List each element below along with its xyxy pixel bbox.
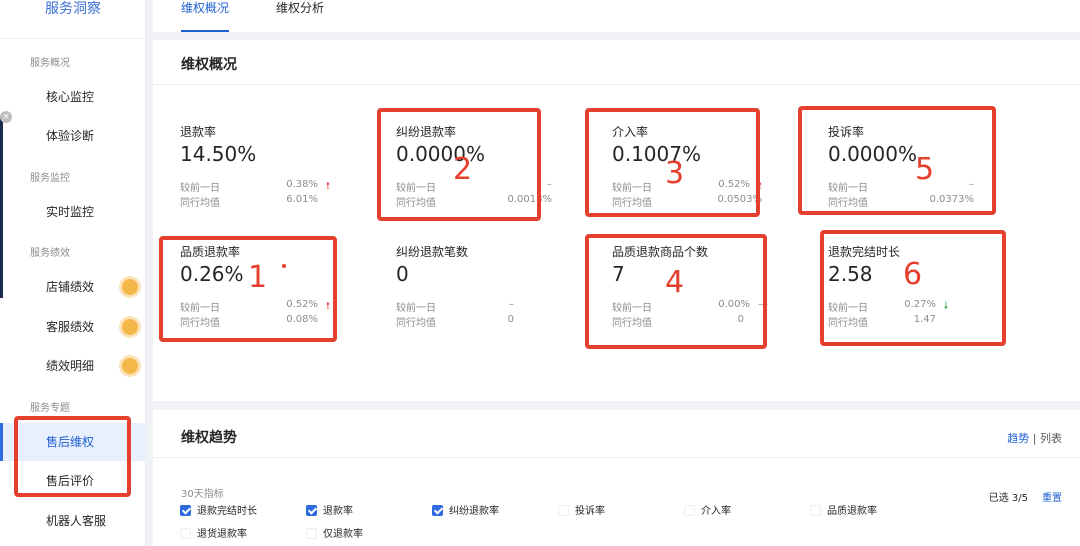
annotation-number-4: 4 (665, 265, 685, 300)
checkbox-unchecked-icon (558, 505, 569, 516)
checkbox-unchecked-icon (180, 528, 191, 539)
annotation-number-6: 6 (903, 257, 923, 292)
metric-peer-label: 同行均值 (180, 198, 220, 209)
checkbox-label: 退货退款率 (197, 529, 247, 540)
checkbox-label: 介入率 (701, 506, 731, 517)
checkbox-unchecked-icon (810, 505, 821, 516)
checkbox-unchecked-icon (684, 505, 695, 516)
view-toggle: 趋势 | 列表 (1007, 430, 1062, 446)
status-dot-icon (122, 279, 138, 295)
sidebar-item-label: 绩效明细 (46, 359, 95, 373)
checkbox-label: 纠纷退款率 (449, 506, 499, 517)
sidebar-item-performance-detail[interactable]: 绩效明细 (0, 347, 146, 385)
checkbox-label: 品质退款率 (827, 506, 877, 517)
view-separator: | (1032, 432, 1037, 445)
annotation-box-5 (798, 106, 996, 215)
checkbox-refund-rate[interactable]: 退款率 (306, 505, 353, 519)
checkbox-checked-icon (180, 505, 191, 516)
metric-value: 0 (396, 262, 409, 286)
sidebar-item-label: 客服绩效 (46, 320, 95, 334)
selected-count: 已选 3/5 (988, 493, 1028, 504)
status-dot-icon (122, 358, 138, 374)
view-list-button[interactable]: 列表 (1040, 432, 1062, 445)
metric-dispute-refund-count: 纠纷退款笔数 0 较前一日 – 同行均值 0 (396, 243, 576, 329)
checkbox-quality-refund-rate[interactable]: 品质退款率 (810, 505, 877, 519)
metric-name: 退款率 (180, 125, 217, 139)
checkbox-label: 退款完结时长 (197, 506, 257, 517)
checkbox-complaint-rate[interactable]: 投诉率 (558, 505, 605, 519)
trend-card: 维权趋势 趋势 | 列表 30天指标 已选 3/5 重置 退款完结时长 退款率 … (153, 410, 1080, 546)
metric-peer-value: 0 (507, 314, 514, 325)
checkbox-label: 退款率 (323, 506, 353, 517)
annotation-number-5: 5 (915, 152, 935, 187)
trend-title: 维权趋势 (181, 430, 237, 446)
metric-compare-label: 较前一日 (396, 303, 436, 314)
sidebar-section-performance: 服务绩效 (30, 248, 70, 259)
sidebar-divider (0, 38, 146, 39)
metric-compare-value: – (509, 299, 514, 310)
checkbox-refund-completion-time[interactable]: 退款完结时长 (180, 505, 257, 519)
card-divider (153, 457, 1080, 458)
metric-compare-value: 0.38% (286, 179, 318, 190)
sidebar-title: 服务洞察 (45, 1, 101, 17)
metric-name: 纠纷退款笔数 (396, 245, 469, 259)
sidebar-item-label: 店铺绩效 (46, 280, 95, 294)
sidebar-item-robot-cs[interactable]: 机器人客服 (0, 502, 146, 540)
card-divider (153, 84, 1080, 85)
tab-rights-overview[interactable]: 维权概况 (181, 0, 230, 32)
overview-title: 维权概况 (181, 57, 237, 73)
reset-button[interactable]: 重置 (1042, 489, 1062, 504)
checkbox-label: 仅退款率 (323, 529, 363, 540)
checkbox-return-refund-rate[interactable]: 退货退款率 (180, 528, 247, 542)
sidebar-section-topics: 服务专题 (30, 403, 70, 414)
sidebar-item-core-monitor[interactable]: 核心监控 (0, 78, 146, 116)
metric-peer-value: 6.01% (286, 194, 318, 205)
checkbox-refund-only-rate[interactable]: 仅退款率 (306, 528, 363, 542)
sidebar-item-experience-diagnosis[interactable]: 体验诊断 (0, 117, 146, 155)
checkbox-checked-icon (432, 505, 443, 516)
annotation-number-1: 1 (248, 260, 268, 295)
annotation-number-2: 2 (453, 152, 473, 187)
annotation-box-sidebar (14, 416, 131, 497)
collapse-handle[interactable] (0, 118, 3, 298)
metric-compare-label: 较前一日 (180, 183, 220, 194)
sidebar-item-realtime-monitor[interactable]: 实时监控 (0, 193, 146, 231)
tab-bar: 维权概况 维权分析 (153, 0, 1080, 32)
annotation-number-3: 3 (665, 156, 685, 191)
annotation-dot (282, 264, 286, 268)
metric-compare-value: – (547, 179, 552, 190)
status-dot-icon (122, 319, 138, 335)
checkbox-label: 投诉率 (575, 506, 605, 517)
checkbox-dispute-refund-rate[interactable]: 纠纷退款率 (432, 505, 499, 519)
close-icon[interactable]: × (0, 111, 12, 123)
checkbox-intervention-rate[interactable]: 介入率 (684, 505, 731, 519)
view-trend-button[interactable]: 趋势 (1007, 432, 1029, 445)
metric-peer-label: 同行均值 (396, 318, 436, 329)
sidebar-item-store-performance[interactable]: 店铺绩效 (0, 268, 146, 306)
sidebar-section-overview: 服务概况 (30, 58, 70, 69)
metric-value: 14.50% (180, 142, 257, 166)
sidebar-section-monitor: 服务监控 (30, 173, 70, 184)
checkbox-checked-icon (306, 505, 317, 516)
metric-refund-rate: 退款率 14.50% 较前一日 0.38% 🠕 同行均值 6.01% (180, 123, 360, 209)
checkbox-unchecked-icon (306, 528, 317, 539)
indicator-label: 30天指标 (181, 489, 224, 500)
sidebar-item-cs-performance[interactable]: 客服绩效 (0, 308, 146, 346)
tab-rights-analysis[interactable]: 维权分析 (276, 0, 324, 32)
